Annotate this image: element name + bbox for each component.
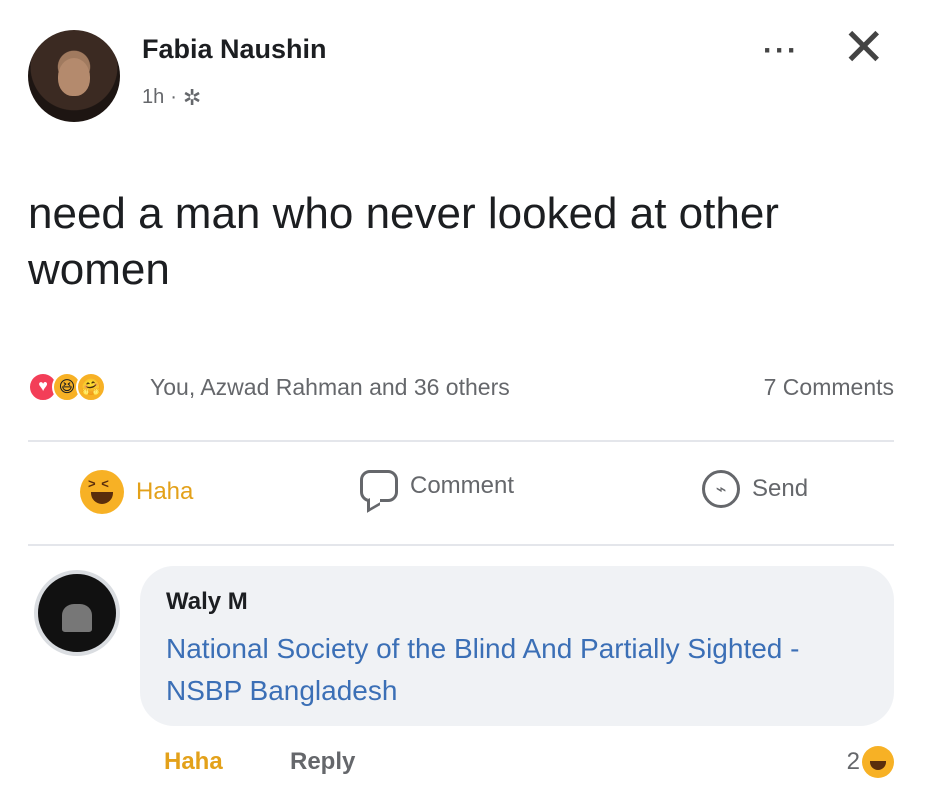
close-icon[interactable]: ✕ <box>842 22 886 74</box>
author-avatar[interactable] <box>28 30 120 122</box>
comment-reply-button[interactable]: Reply <box>290 748 355 776</box>
comment-label: Comment <box>410 472 515 499</box>
comment-icon <box>360 470 398 502</box>
more-icon[interactable]: ··· <box>763 34 799 68</box>
reactions-row: ♥ 😆 🤗 You, Azwad Rahman and 36 others 7 … <box>28 370 894 410</box>
divider <box>28 440 894 442</box>
privacy-gear-icon: ✲ <box>182 84 202 110</box>
divider <box>28 544 894 546</box>
comment-actions: Haha Reply 2 <box>164 746 894 784</box>
meta-separator: · <box>170 86 177 108</box>
reaction-icons[interactable]: ♥ 😆 🤗 <box>28 372 106 402</box>
post-header: Fabia Naushin 1h · ✲ ··· ✕ <box>28 22 908 130</box>
author-name[interactable]: Fabia Naushin <box>142 34 327 65</box>
comment-haha-button[interactable]: Haha <box>164 748 223 776</box>
comment-text[interactable]: National Society of the Blind And Partia… <box>166 628 876 712</box>
send-button[interactable]: ⌁ Send <box>702 470 808 508</box>
reaction-summary[interactable]: You, Azwad Rahman and 36 others <box>150 374 510 401</box>
post-time[interactable]: 1h <box>142 86 164 109</box>
send-label: Send <box>752 475 809 502</box>
comments-count[interactable]: 7 Comments <box>764 374 894 401</box>
commenter-avatar[interactable] <box>34 570 120 656</box>
care-icon: 🤗 <box>76 372 106 402</box>
haha-label: Haha <box>136 478 194 505</box>
commenter-name[interactable]: Waly M <box>166 588 248 616</box>
haha-button[interactable]: Haha <box>80 470 193 514</box>
comment-button[interactable]: Comment <box>360 470 514 502</box>
haha-face-icon <box>80 470 124 514</box>
comment-bubble: Waly M National Society of the Blind And… <box>140 566 894 726</box>
messenger-icon: ⌁ <box>702 470 740 508</box>
post-meta: 1h · ✲ <box>142 86 201 109</box>
comment-reaction-count[interactable]: 2 <box>847 748 860 776</box>
post-text: need a man who never looked at other wom… <box>28 189 779 294</box>
action-bar: Haha Comment ⌁ Send <box>28 462 894 532</box>
comment-haha-icon <box>862 746 894 778</box>
